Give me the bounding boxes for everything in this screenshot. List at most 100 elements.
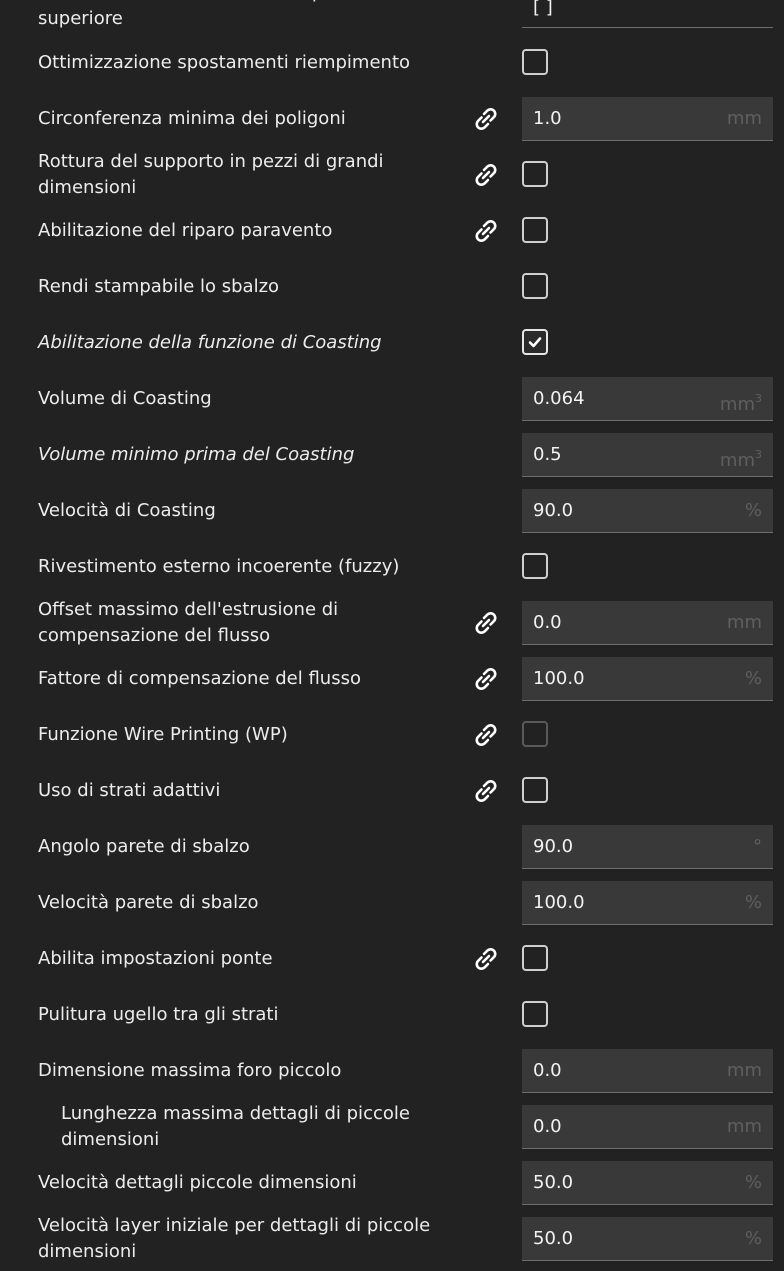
setting-label: Angolo parete di sbalzo — [38, 836, 250, 857]
setting-wipe-nozzle-between-layers: Pulitura ugello tra gli strati — [0, 987, 784, 1043]
setting-label: Dimensione massima foro piccolo — [38, 1060, 342, 1081]
setting-label: Velocità layer iniziale per dettagli di … — [38, 1215, 431, 1262]
setting-label: Circonferenza minima dei poligoni — [38, 108, 346, 129]
setting-small-feature-max-length: Lunghezza massima dettagli di piccole di… — [0, 1099, 784, 1155]
field-value: 1.0 — [533, 108, 562, 129]
field-value: 0.064 — [533, 388, 585, 409]
wire-printing-checkbox[interactable] — [522, 721, 548, 747]
field-value: 90.0 — [533, 836, 574, 857]
fuzzy-skin-checkbox[interactable] — [522, 553, 548, 579]
link-icon[interactable] — [470, 609, 502, 637]
infill-travel-optimization-checkbox[interactable] — [522, 49, 548, 75]
setting-label: Velocità dettagli piccole dimensioni — [38, 1172, 357, 1193]
minimum-volume-before-coasting-field[interactable]: 0.5 mm3 — [522, 433, 773, 477]
link-icon[interactable] — [470, 777, 502, 805]
field-unit: % — [744, 892, 762, 913]
flow-compensation-max-offset-field[interactable]: 0.0 mm — [522, 601, 773, 645]
field-value: 50.0 — [533, 1172, 574, 1193]
setting-minimum-polygon-circumference: Circonferenza minima dei poligoni 1.0 mm — [0, 91, 784, 147]
setting-label: Rendi stampabile lo sbalzo — [38, 276, 280, 297]
setting-label: Abilita impostazioni ponte — [38, 948, 273, 969]
setting-small-feature-initial-layer-speed: Velocità layer iniziale per dettagli di … — [0, 1211, 784, 1267]
field-value: 0.0 — [533, 1116, 562, 1137]
field-value: 100.0 — [533, 892, 585, 913]
setting-draft-shield: Abilitazione del riparo paravento — [0, 203, 784, 259]
setting-make-overhang-printable: Rendi stampabile lo sbalzo — [0, 259, 784, 315]
coasting-speed-field[interactable]: 90.0 % — [522, 489, 773, 533]
setting-label: Fattore di compensazione del flusso — [38, 668, 361, 689]
setting-enable-coasting: Abilitazione della funzione di Coasting — [0, 315, 784, 371]
setting-overhanging-wall-angle: Angolo parete di sbalzo 90.0 ° — [0, 819, 784, 875]
field-value: [ ] — [533, 0, 553, 18]
top-skin-directions-field[interactable]: [ ] — [522, 0, 773, 28]
setting-wire-printing: Funzione Wire Printing (WP) — [0, 707, 784, 763]
setting-label: Abilitazione del riparo paravento — [38, 220, 333, 241]
setting-overhanging-wall-speed: Velocità parete di sbalzo 100.0 % — [0, 875, 784, 931]
setting-label: Volume minimo prima del Coasting — [38, 444, 355, 465]
checkmark-icon — [528, 337, 542, 348]
setting-fuzzy-skin: Rivestimento esterno incoerente (fuzzy) — [0, 539, 784, 595]
setting-label: Direzioni linea rivestimento superficie … — [38, 0, 379, 29]
small-feature-max-length-field[interactable]: 0.0 mm — [522, 1105, 773, 1149]
setting-small-feature-speed: Velocità dettagli piccole dimensioni 50.… — [0, 1155, 784, 1211]
setting-label: Rivestimento esterno incoerente (fuzzy) — [38, 556, 400, 577]
setting-enable-bridge-settings: Abilita impostazioni ponte — [0, 931, 784, 987]
overhanging-wall-speed-field[interactable]: 100.0 % — [522, 881, 773, 925]
small-feature-initial-layer-speed-field[interactable]: 50.0 % — [522, 1217, 773, 1261]
setting-infill-travel-optimization: Ottimizzazione spostamenti riempimento — [0, 35, 784, 91]
small-feature-speed-field[interactable]: 50.0 % — [522, 1161, 773, 1205]
setting-label: Pulitura ugello tra gli strati — [38, 1004, 279, 1025]
enable-bridge-settings-checkbox[interactable] — [522, 945, 548, 971]
setting-label: Abilitazione della funzione di Coasting — [38, 332, 382, 353]
link-icon[interactable] — [470, 217, 502, 245]
draft-shield-checkbox[interactable] — [522, 217, 548, 243]
field-value: 100.0 — [533, 668, 585, 689]
field-unit: mm3 — [719, 392, 762, 415]
setting-coasting-speed: Velocità di Coasting 90.0 % — [0, 483, 784, 539]
adaptive-layers-checkbox[interactable] — [522, 777, 548, 803]
enable-coasting-checkbox[interactable] — [522, 329, 548, 355]
setting-label: Volume di Coasting — [38, 388, 212, 409]
field-unit: mm3 — [719, 448, 762, 471]
setting-top-skin-line-directions: Direzioni linea rivestimento superficie … — [0, 0, 784, 34]
field-unit: % — [744, 500, 762, 521]
field-value: 0.5 — [533, 444, 562, 465]
field-unit: mm — [726, 1116, 762, 1137]
field-unit: % — [744, 668, 762, 689]
setting-adaptive-layers: Uso di strati adattivi — [0, 763, 784, 819]
field-value: 90.0 — [533, 500, 574, 521]
link-icon[interactable] — [470, 945, 502, 973]
flow-compensation-factor-field[interactable]: 100.0 % — [522, 657, 773, 701]
small-hole-max-size-field[interactable]: 0.0 mm — [522, 1049, 773, 1093]
setting-label: Offset massimo dell'estrusione di compen… — [38, 599, 339, 646]
setting-label: Velocità di Coasting — [38, 500, 216, 521]
field-unit: mm — [726, 1060, 762, 1081]
field-value: 0.0 — [533, 1060, 562, 1081]
setting-flow-compensation-max-offset: Offset massimo dell'estrusione di compen… — [0, 595, 784, 651]
make-overhang-printable-checkbox[interactable] — [522, 273, 548, 299]
setting-label: Velocità parete di sbalzo — [38, 892, 259, 913]
setting-minimum-volume-before-coasting: Volume minimo prima del Coasting 0.5 mm3 — [0, 427, 784, 483]
coasting-volume-field[interactable]: 0.064 mm3 — [522, 377, 773, 421]
link-icon[interactable] — [470, 161, 502, 189]
setting-label: Uso di strati adattivi — [38, 780, 221, 801]
setting-label: Ottimizzazione spostamenti riempimento — [38, 52, 411, 73]
link-icon[interactable] — [470, 665, 502, 693]
minimum-polygon-circumference-field[interactable]: 1.0 mm — [522, 97, 773, 141]
setting-coasting-volume: Volume di Coasting 0.064 mm3 — [0, 371, 784, 427]
field-unit: ° — [753, 836, 762, 857]
setting-label: Funzione Wire Printing (WP) — [38, 724, 288, 745]
overhanging-wall-angle-field[interactable]: 90.0 ° — [522, 825, 773, 869]
field-value: 0.0 — [533, 612, 562, 633]
settings-list: Direzioni linea rivestimento superficie … — [0, 0, 784, 1271]
setting-label: Rottura del supporto in pezzi di grandi … — [38, 151, 384, 198]
link-icon[interactable] — [470, 721, 502, 749]
wipe-nozzle-between-layers-checkbox[interactable] — [522, 1001, 548, 1027]
link-icon[interactable] — [470, 105, 502, 133]
field-unit: % — [744, 1172, 762, 1193]
setting-small-hole-max-size: Dimensione massima foro piccolo 0.0 mm — [0, 1043, 784, 1099]
field-unit: mm — [726, 612, 762, 633]
support-break-up-checkbox[interactable] — [522, 161, 548, 187]
setting-flow-compensation-factor: Fattore di compensazione del flusso 100.… — [0, 651, 784, 707]
field-value: 50.0 — [533, 1228, 574, 1249]
